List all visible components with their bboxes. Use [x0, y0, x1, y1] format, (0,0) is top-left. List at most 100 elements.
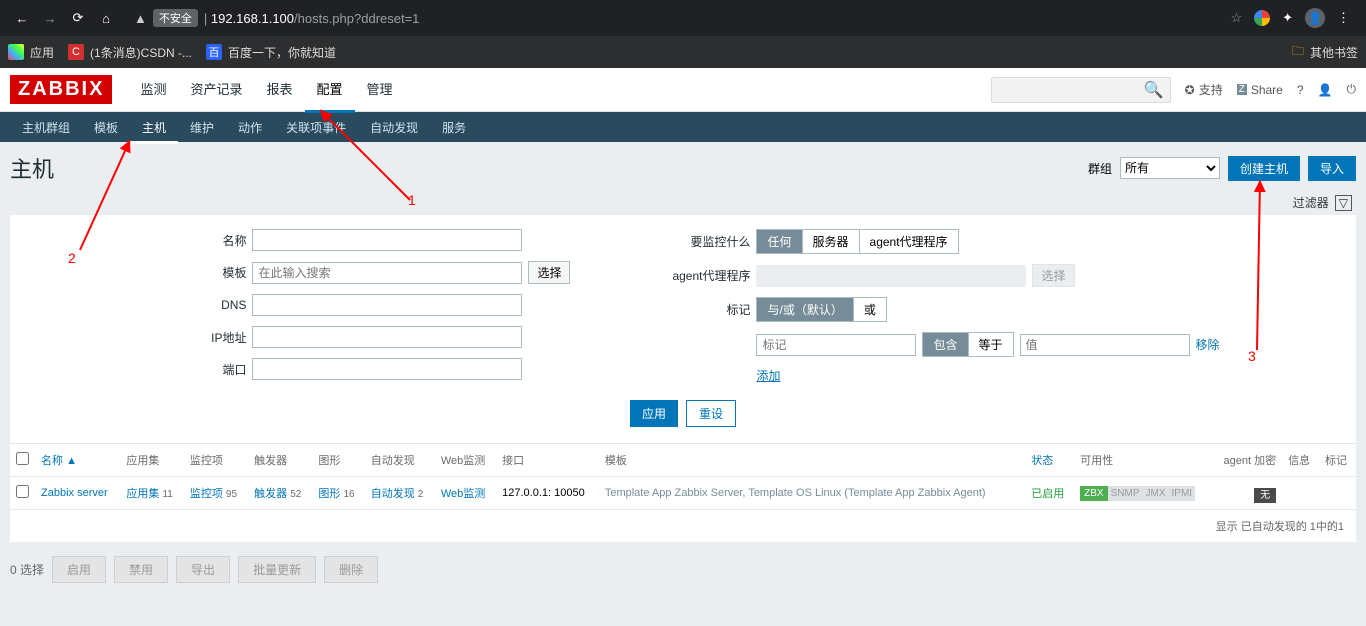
- monitor-proxy[interactable]: agent代理程序: [860, 230, 958, 253]
- tag-add-link[interactable]: 添加: [756, 367, 780, 384]
- delete-button: 删除: [324, 556, 378, 583]
- subnav-hostgroups[interactable]: 主机群组: [10, 111, 82, 144]
- dns-label: DNS: [146, 298, 246, 312]
- star-icon[interactable]: ☆: [1230, 10, 1242, 26]
- google-icon[interactable]: [1254, 10, 1270, 26]
- group-label: 群组: [1088, 160, 1112, 177]
- template-input[interactable]: [252, 262, 522, 284]
- subnav-templates[interactable]: 模板: [82, 111, 130, 144]
- filter-icon[interactable]: ▽: [1335, 195, 1352, 211]
- col-iface: 接口: [496, 444, 599, 477]
- col-info: 信息: [1282, 444, 1319, 477]
- subnav-services[interactable]: 服务: [430, 111, 478, 144]
- url-host: 192.168.1.100: [211, 11, 294, 26]
- web-link[interactable]: Web监测: [441, 488, 485, 500]
- extensions-icon[interactable]: ✦: [1282, 10, 1293, 26]
- name-input[interactable]: [252, 229, 522, 251]
- template-select-button[interactable]: 选择: [528, 261, 570, 284]
- profile-icon[interactable]: 👤: [1305, 8, 1325, 28]
- subnav-maintenance[interactable]: 维护: [178, 111, 226, 144]
- insecure-chip: 不安全: [153, 9, 198, 27]
- insecure-icon: ▲: [134, 11, 147, 26]
- dns-input[interactable]: [252, 294, 522, 316]
- subnav-actions[interactable]: 动作: [226, 111, 274, 144]
- forward-button[interactable]: →: [36, 4, 64, 32]
- proxy-select-button: 选择: [1032, 264, 1074, 287]
- triggers-link[interactable]: 触发器: [254, 488, 287, 500]
- col-name[interactable]: 名称 ▲: [41, 455, 77, 467]
- tag-name-input[interactable]: [756, 334, 916, 356]
- reload-button[interactable]: ⟳: [64, 4, 92, 32]
- support-icon: ✪: [1185, 83, 1195, 97]
- search-box[interactable]: 🔍: [991, 77, 1171, 103]
- share-link[interactable]: ZShare: [1237, 83, 1283, 97]
- other-bookmarks[interactable]: 🗀 其他书签: [1292, 42, 1358, 63]
- sub-nav: 主机群组 模板 主机 维护 动作 关联项事件 自动发现 服务: [0, 112, 1366, 142]
- apply-button[interactable]: 应用: [630, 400, 678, 427]
- power-icon[interactable]: ⏻: [1347, 82, 1357, 97]
- col-status[interactable]: 状态: [1025, 444, 1074, 477]
- tags-label: 标记: [650, 301, 750, 318]
- ip-input[interactable]: [252, 326, 522, 348]
- tag-remove-link[interactable]: 移除: [1196, 336, 1220, 353]
- monitor-any[interactable]: 任何: [757, 230, 802, 253]
- url-path: /hosts.php?ddreset=1: [294, 11, 419, 26]
- col-triggers: 触发器: [248, 444, 312, 477]
- col-web: Web监测: [435, 444, 496, 477]
- home-button[interactable]: ⌂: [92, 4, 120, 32]
- tag-op-contains[interactable]: 包含: [923, 333, 968, 356]
- subnav-discovery[interactable]: 自动发现: [358, 111, 430, 144]
- tag-mode-segment: 与/或（默认） 或: [756, 297, 886, 322]
- enable-button: 启用: [52, 556, 106, 583]
- import-button[interactable]: 导入: [1308, 156, 1356, 181]
- col-templates: 模板: [599, 444, 1025, 477]
- back-button[interactable]: ←: [8, 4, 36, 32]
- ip-label: IP地址: [146, 329, 246, 346]
- proxy-input: [756, 265, 1026, 287]
- nav-administration[interactable]: 管理: [355, 67, 405, 113]
- apps-shortcut[interactable]: 应用: [8, 44, 54, 61]
- nav-monitoring[interactable]: 监测: [128, 67, 178, 113]
- zabbix-logo[interactable]: ZABBIX: [10, 75, 112, 104]
- group-select[interactable]: 所有: [1120, 157, 1220, 179]
- tag-value-input[interactable]: [1020, 334, 1190, 356]
- support-link[interactable]: ✪支持: [1185, 81, 1223, 98]
- zabbix-header: ZABBIX 监测 资产记录 报表 配置 管理 🔍 ✪支持 ZShare ? 👤…: [0, 68, 1366, 112]
- nav-reports[interactable]: 报表: [254, 67, 304, 113]
- nav-configuration[interactable]: 配置: [305, 67, 355, 113]
- host-name-link[interactable]: Zabbix server: [41, 487, 108, 499]
- status-link[interactable]: 已启用: [1031, 488, 1064, 500]
- subnav-hosts[interactable]: 主机: [130, 111, 178, 144]
- proxy-label: agent代理程序: [650, 267, 750, 284]
- monitor-server[interactable]: 服务器: [803, 230, 860, 253]
- filter-label[interactable]: 过滤器: [1293, 194, 1329, 211]
- graphs-link[interactable]: 图形: [318, 488, 340, 500]
- bookmark-baidu[interactable]: 百 百度一下，你就知道: [206, 44, 336, 61]
- port-input[interactable]: [252, 358, 522, 380]
- tag-mode-andor[interactable]: 与/或（默认）: [757, 298, 853, 321]
- page-title: 主机: [10, 152, 54, 184]
- tag-op-equals[interactable]: 等于: [969, 333, 1013, 356]
- discovery-link[interactable]: 自动发现: [371, 488, 415, 500]
- menu-icon[interactable]: ⋮: [1337, 10, 1350, 26]
- iface-cell: 127.0.0.1: 10050: [496, 477, 599, 510]
- massupdate-button: 批量更新: [238, 556, 316, 583]
- reset-button[interactable]: 重设: [686, 400, 736, 427]
- select-all-checkbox[interactable]: [16, 452, 29, 465]
- share-icon: Z: [1237, 84, 1247, 95]
- create-host-button[interactable]: 创建主机: [1228, 156, 1300, 181]
- row-checkbox[interactable]: [16, 485, 29, 498]
- nav-inventory[interactable]: 资产记录: [178, 67, 254, 113]
- user-icon[interactable]: 👤: [1318, 83, 1333, 97]
- csdn-icon: C: [68, 44, 84, 60]
- address-bar[interactable]: ▲ 不安全 | 192.168.1.100 /hosts.php?ddreset…: [126, 9, 1216, 27]
- filter-actions: 应用 重设: [10, 390, 1356, 444]
- tag-mode-or[interactable]: 或: [854, 298, 886, 321]
- apps-link[interactable]: 应用集: [126, 488, 159, 500]
- bookmark-bar: 应用 C (1条消息)CSDN -... 百 百度一下，你就知道 🗀 其他书签: [0, 36, 1366, 68]
- templates-cell: Template App Zabbix Server, Template OS …: [599, 477, 1025, 510]
- bookmark-csdn[interactable]: C (1条消息)CSDN -...: [68, 44, 192, 61]
- items-link[interactable]: 监控项: [190, 488, 223, 500]
- subnav-correlation[interactable]: 关联项事件: [274, 111, 358, 144]
- help-icon[interactable]: ?: [1297, 83, 1304, 97]
